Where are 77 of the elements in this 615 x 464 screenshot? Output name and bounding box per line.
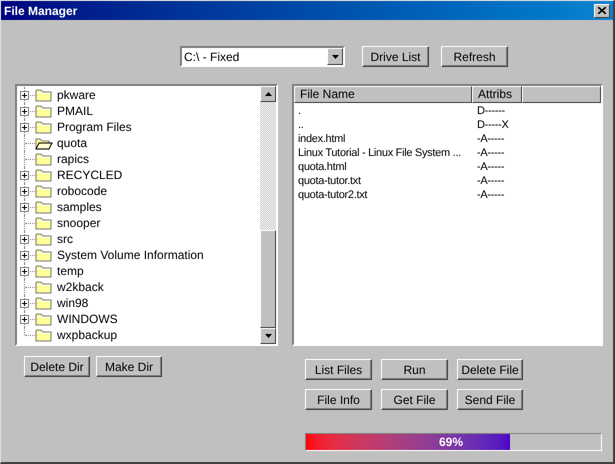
scroll-down-button[interactable]: [260, 328, 276, 344]
file-attribs: -A-----: [476, 146, 504, 160]
column-header[interactable]: File Name: [294, 86, 472, 103]
folder-item[interactable]: rapics: [35, 152, 90, 166]
folder-item[interactable]: samples: [35, 200, 102, 214]
folder-item[interactable]: w2kback: [35, 280, 104, 294]
close-icon: [598, 7, 606, 14]
file-attribs: -A-----: [476, 132, 504, 146]
file-attribs: D-----X: [476, 118, 508, 132]
file-name[interactable]: .: [294, 104, 472, 118]
plus-icon: [21, 108, 28, 115]
file-action-button[interactable]: Get File: [381, 389, 448, 410]
folder-item[interactable]: temp: [35, 264, 84, 278]
folder-item[interactable]: quota: [35, 136, 88, 150]
close-button[interactable]: [594, 4, 610, 18]
file-name[interactable]: index.html: [294, 132, 472, 146]
plus-icon: [21, 188, 28, 195]
file-action-button[interactable]: Delete File: [457, 359, 523, 380]
expand-toggle[interactable]: [20, 187, 29, 196]
column-header[interactable]: Attribs: [472, 86, 522, 103]
expand-toggle[interactable]: [20, 315, 29, 324]
folder-item[interactable]: WINDOWS: [35, 312, 118, 326]
plus-icon: [21, 236, 28, 243]
file-name[interactable]: quota.html: [294, 160, 472, 174]
plus-icon: [21, 268, 28, 275]
expand-toggle[interactable]: [20, 171, 29, 180]
dropdown-button[interactable]: [327, 48, 343, 65]
file-attribs: -A-----: [476, 174, 504, 188]
folder-item[interactable]: src: [35, 232, 73, 246]
plus-icon: [21, 300, 28, 307]
plus-icon: [21, 172, 28, 179]
down-arrow-icon: [264, 334, 272, 338]
plus-icon: [21, 204, 28, 211]
file-attribs: -A-----: [476, 160, 504, 174]
progress-label: 69%: [439, 434, 464, 450]
expand-toggle[interactable]: [20, 91, 29, 100]
file-action-button[interactable]: Send File: [457, 389, 523, 410]
up-arrow-icon: [264, 92, 272, 96]
file-name[interactable]: quota-tutor.txt: [294, 174, 472, 188]
plus-icon: [21, 316, 28, 323]
expand-toggle[interactable]: [20, 299, 29, 308]
file-name[interactable]: ..: [294, 118, 472, 132]
folder-item[interactable]: win98: [35, 296, 88, 310]
file-attribs: -A-----: [476, 188, 504, 202]
expand-toggle[interactable]: [20, 267, 29, 276]
scroll-up-button[interactable]: [260, 86, 276, 102]
scrollbar[interactable]: [260, 86, 276, 344]
folder-item[interactable]: wxpbackup: [35, 328, 118, 342]
window-title: File Manager: [4, 2, 78, 20]
expand-toggle[interactable]: [20, 251, 29, 260]
drive-dropdown[interactable]: C:\ - Fixed: [180, 46, 345, 67]
plus-icon: [21, 124, 28, 131]
expand-toggle[interactable]: [20, 107, 29, 116]
folder-item[interactable]: robocode: [35, 184, 108, 198]
drive-list-button[interactable]: Drive List: [362, 46, 429, 67]
file-name[interactable]: quota-tutor2.txt: [294, 188, 472, 202]
plus-icon: [21, 92, 28, 99]
file-action-button[interactable]: Run: [381, 359, 448, 380]
folder-item[interactable]: pkware: [35, 88, 96, 102]
file-name[interactable]: Linux Tutorial - Linux File System ...: [294, 146, 472, 160]
expand-toggle[interactable]: [20, 123, 29, 132]
folder-item[interactable]: snooper: [35, 216, 100, 230]
file-action-button[interactable]: File Info: [305, 389, 372, 410]
expand-toggle[interactable]: [20, 203, 29, 212]
folder-item[interactable]: Program Files: [35, 120, 132, 134]
refresh-button[interactable]: Refresh: [441, 46, 508, 67]
caret-icon: [332, 54, 338, 58]
folder-item[interactable]: RECYCLED: [35, 168, 122, 182]
make-dir-button[interactable]: Make Dir: [96, 356, 162, 377]
file-attribs: D------: [476, 104, 505, 118]
folder-item[interactable]: PMAIL: [35, 104, 94, 118]
delete-dir-button[interactable]: Delete Dir: [24, 356, 90, 377]
plus-icon: [21, 252, 28, 259]
expand-toggle[interactable]: [20, 235, 29, 244]
file-action-button[interactable]: List Files: [305, 359, 372, 380]
folder-item[interactable]: System Volume Information: [35, 248, 204, 262]
scroll-thumb[interactable]: [260, 230, 276, 328]
